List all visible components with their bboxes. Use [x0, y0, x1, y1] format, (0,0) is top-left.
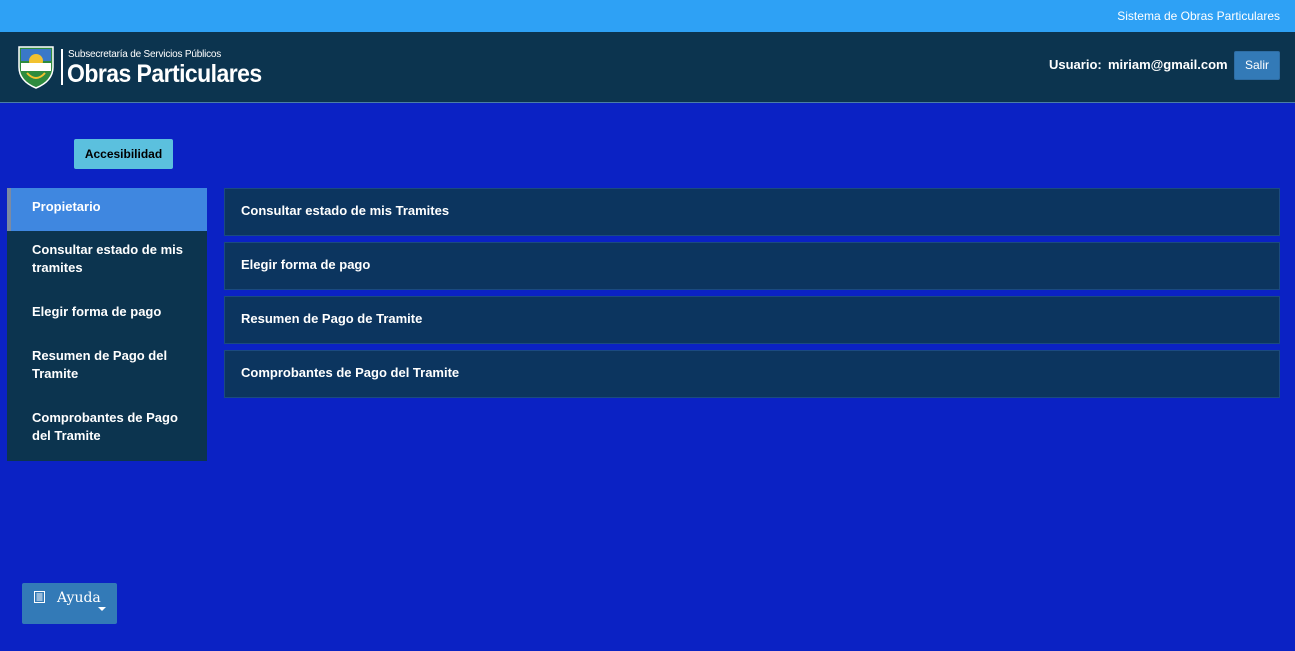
- sidebar: Propietario Consultar estado de mis tram…: [7, 188, 207, 461]
- header-title: Obras Particulares: [67, 60, 262, 88]
- sidebar-item-resumen-pago[interactable]: Resumen de Pago del Tramite: [7, 347, 207, 383]
- user-label: Usuario:: [1049, 57, 1102, 72]
- panel-elegir-forma-pago[interactable]: Elegir forma de pago: [224, 242, 1280, 290]
- header: Subsecretaría de Servicios Públicos Obra…: [0, 32, 1295, 103]
- panel-comprobantes-pago[interactable]: Comprobantes de Pago del Tramite: [224, 350, 1280, 398]
- panel-resumen-pago[interactable]: Resumen de Pago de Tramite: [224, 296, 1280, 344]
- sidebar-item-comprobantes-pago[interactable]: Comprobantes de Pago del Tramite: [7, 409, 207, 445]
- logout-button[interactable]: Salir: [1234, 51, 1280, 80]
- panel-consultar-estado[interactable]: Consultar estado de mis Tramites: [224, 188, 1280, 236]
- accessibility-button[interactable]: Accesibilidad: [74, 139, 173, 169]
- sidebar-item-propietario[interactable]: Propietario: [7, 188, 207, 231]
- logo-separator: [61, 49, 63, 85]
- trelew-shield-logo: [18, 46, 54, 89]
- caret-down-icon: [98, 607, 106, 611]
- sidebar-item-elegir-forma-pago[interactable]: Elegir forma de pago: [7, 303, 207, 321]
- help-label: Ayuda: [57, 590, 101, 606]
- top-bar: Sistema de Obras Particulares: [0, 0, 1295, 32]
- user-email: miriam@gmail.com: [1108, 57, 1228, 72]
- system-name: Sistema de Obras Particulares: [1117, 9, 1280, 23]
- sidebar-item-consultar-estado[interactable]: Consultar estado de mis tramites: [7, 241, 207, 277]
- list-icon: [34, 591, 45, 603]
- help-button[interactable]: Ayuda: [22, 583, 117, 624]
- header-subtitle: Subsecretaría de Servicios Públicos: [68, 49, 222, 60]
